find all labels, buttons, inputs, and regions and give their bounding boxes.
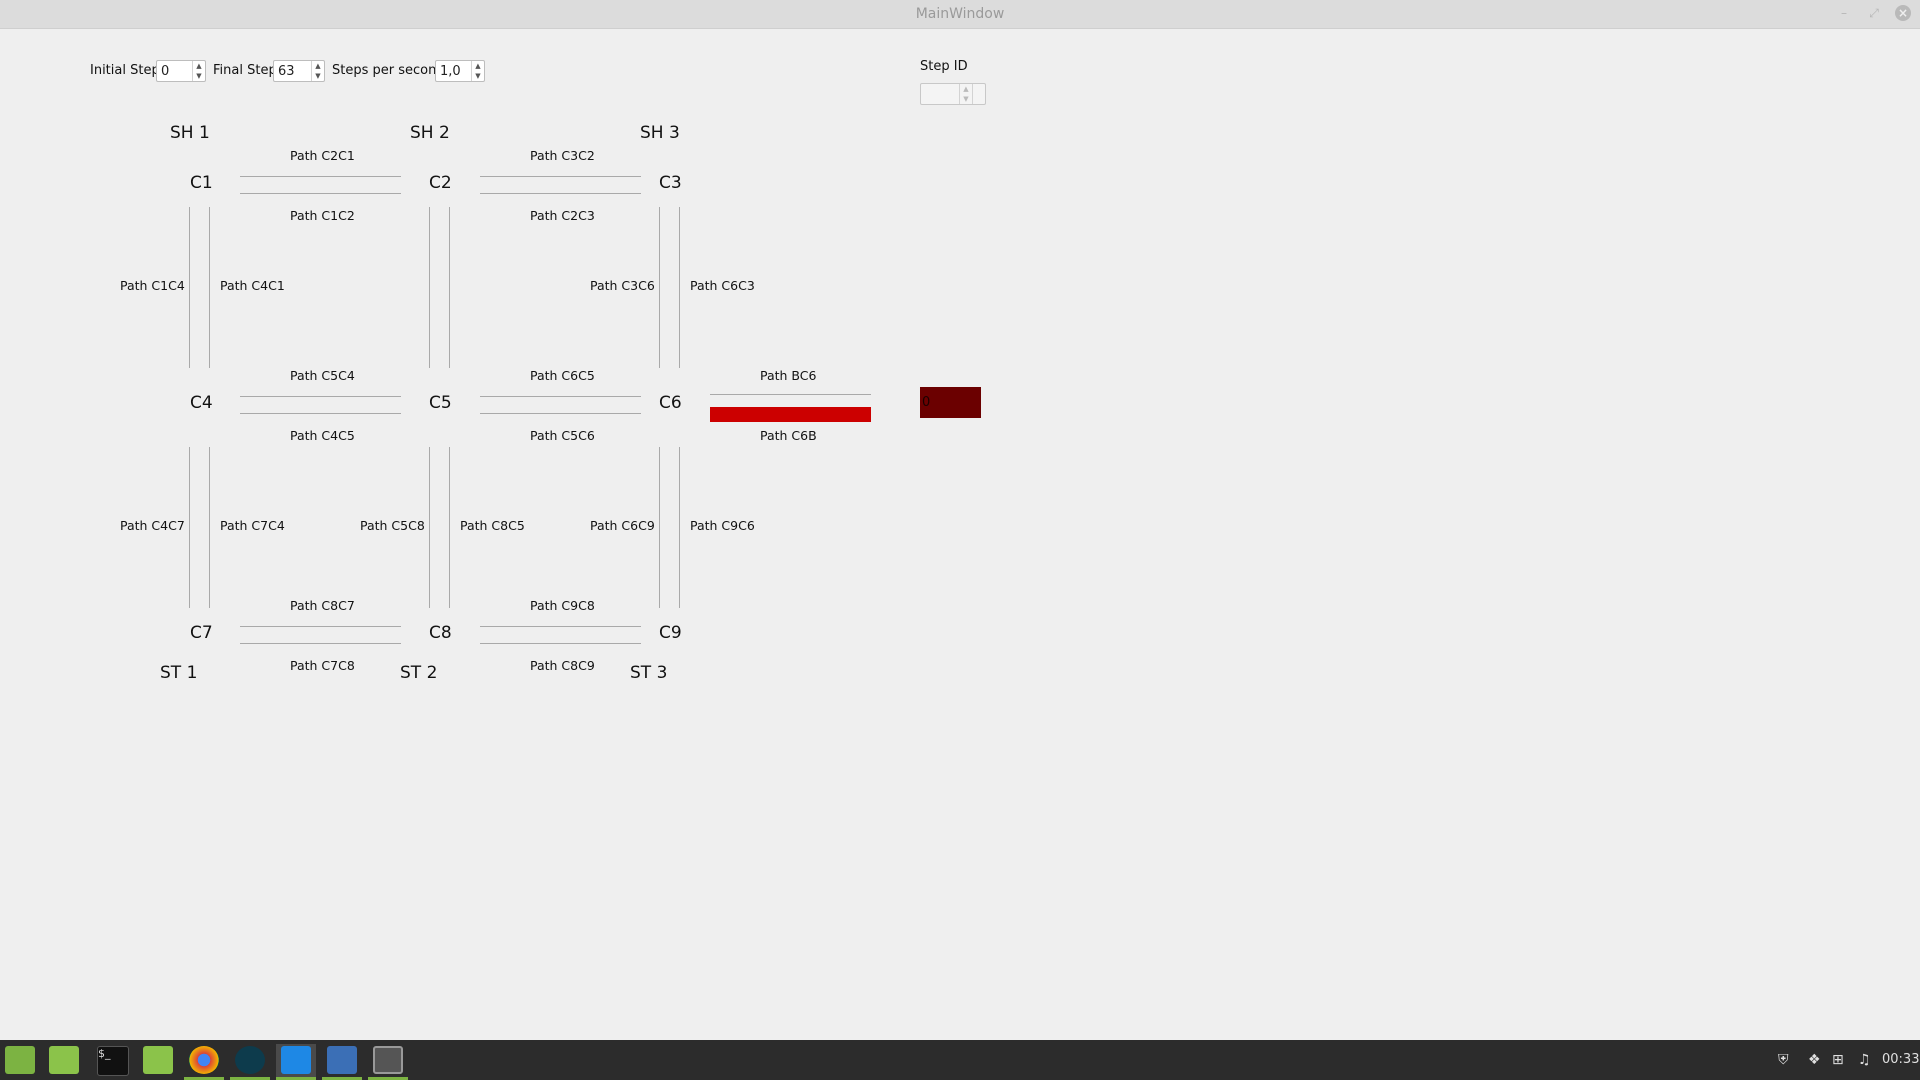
node-c6: C6 (659, 393, 682, 413)
node-c7: C7 (190, 623, 213, 643)
desktop-icon[interactable] (49, 1046, 79, 1074)
header-st1: ST 1 (160, 663, 198, 683)
header-st3: ST 3 (630, 663, 668, 683)
step-id-label: Step ID (920, 59, 968, 74)
path-label-c5c4: Path C5C4 (290, 368, 355, 383)
final-step-label: Final Step (213, 63, 277, 78)
path-label-c6b: Path C6B (760, 428, 817, 443)
path-label-c4c7: Path C4C7 (120, 518, 185, 533)
node-c8: C8 (429, 623, 452, 643)
path-label-c5c6: Path C5C6 (530, 428, 595, 443)
path-label-c3c6: Path C3C6 (590, 278, 655, 293)
path-label-c9c6: Path C9C6 (690, 518, 755, 533)
state-indicator: 0 (920, 387, 981, 418)
spin-up-icon[interactable]: ▲ (960, 84, 972, 94)
files-icon[interactable] (143, 1046, 173, 1074)
header-st2: ST 2 (400, 663, 438, 683)
shield-icon[interactable]: ⛨ (1778, 1052, 1789, 1068)
dropbox-icon[interactable]: ❖ (1808, 1052, 1821, 1068)
path-label-c4c5: Path C4C5 (290, 428, 355, 443)
path-c4c7-c7c4 (189, 447, 210, 608)
path-label-c1c4: Path C1C4 (120, 278, 185, 293)
path-label-c1c2: Path C1C2 (290, 208, 355, 223)
header-sh2: SH 2 (410, 123, 450, 143)
path-c8c7-c7c8 (240, 626, 401, 644)
initial-step-label: Initial Step (90, 63, 160, 78)
window-icon[interactable] (373, 1046, 403, 1074)
node-c9: C9 (659, 623, 682, 643)
window-title: MainWindow (915, 6, 1005, 22)
initial-step-value: 0 (161, 64, 170, 79)
header-sh1: SH 1 (170, 123, 210, 143)
path-label-c4c1: Path C4C1 (220, 278, 285, 293)
path-label-c7c4: Path C7C4 (220, 518, 285, 533)
spin-up-icon[interactable]: ▲ (193, 61, 205, 71)
path-c6b-active (710, 407, 871, 422)
path-c5c4-c4c5 (240, 396, 401, 414)
path-label-c7c8: Path C7C8 (290, 658, 355, 673)
spin-up-icon[interactable]: ▲ (312, 61, 324, 71)
path-label-c6c3: Path C6C3 (690, 278, 755, 293)
network-icon[interactable]: ⊞ (1832, 1052, 1844, 1068)
node-c3: C3 (659, 173, 682, 193)
final-step-value: 63 (278, 64, 295, 79)
app-icon[interactable] (235, 1046, 265, 1074)
close-button[interactable]: × (1895, 5, 1911, 21)
steps-per-second-value: 1,0 (440, 64, 461, 79)
spin-down-icon[interactable]: ▼ (960, 94, 972, 104)
path-c1c4-c4c1 (189, 207, 210, 368)
maximize-button[interactable]: ⤢ (1866, 5, 1882, 21)
screenshot-icon[interactable] (327, 1046, 357, 1074)
path-c6c5-c5c6 (480, 396, 641, 414)
path-label-c2c1: Path C2C1 (290, 148, 355, 163)
path-label-c8c5: Path C8C5 (460, 518, 525, 533)
initial-step-spinbox[interactable]: 0 ▲ ▼ (156, 60, 206, 82)
header-sh3: SH 3 (640, 123, 680, 143)
final-step-spinbox[interactable]: 63 ▲ ▼ (273, 60, 325, 82)
path-label-c2c3: Path C2C3 (530, 208, 595, 223)
path-label-c6c9: Path C6C9 (590, 518, 655, 533)
path-c5c8-c8c5 (429, 447, 450, 608)
path-label-c3c2: Path C3C2 (530, 148, 595, 163)
spin-down-icon[interactable]: ▼ (193, 71, 205, 81)
path-c2c5-c5c2 (429, 207, 450, 368)
path-c2c1-c1c2 (240, 176, 401, 194)
path-bc6 (710, 394, 871, 395)
spin-down-icon[interactable]: ▼ (312, 71, 324, 81)
path-label-c8c9: Path C8C9 (530, 658, 595, 673)
node-c5: C5 (429, 393, 452, 413)
path-label-c5c8: Path C5C8 (360, 518, 425, 533)
path-label-c9c8: Path C9C8 (530, 598, 595, 613)
path-c6c9-c9c6 (659, 447, 680, 608)
chrome-icon[interactable] (189, 1046, 219, 1074)
steps-per-second-spinbox[interactable]: 1,0 ▲ ▼ (435, 60, 485, 82)
spin-down-icon[interactable]: ▼ (472, 71, 484, 81)
path-c3c2-c2c3 (480, 176, 641, 194)
spin-up-icon[interactable]: ▲ (472, 61, 484, 71)
vscode-icon[interactable] (281, 1046, 311, 1074)
node-c1: C1 (190, 173, 213, 193)
mint-menu-icon[interactable] (5, 1046, 35, 1074)
path-label-c6c5: Path C6C5 (530, 368, 595, 383)
node-c4: C4 (190, 393, 213, 413)
steps-per-second-label: Steps per second (332, 63, 445, 78)
volume-icon[interactable]: ♫ (1858, 1052, 1871, 1068)
path-c9c8-c8c9 (480, 626, 641, 644)
step-id-spinbox[interactable]: ▲ ▼ (920, 83, 986, 105)
path-label-c8c7: Path C8C7 (290, 598, 355, 613)
path-label-bc6: Path BC6 (760, 368, 817, 383)
minimize-button[interactable]: – (1836, 5, 1852, 21)
clock[interactable]: 00:33 (1882, 1052, 1919, 1067)
node-c2: C2 (429, 173, 452, 193)
terminal-icon[interactable]: $_ (97, 1046, 129, 1076)
path-c3c6-c6c3 (659, 207, 680, 368)
